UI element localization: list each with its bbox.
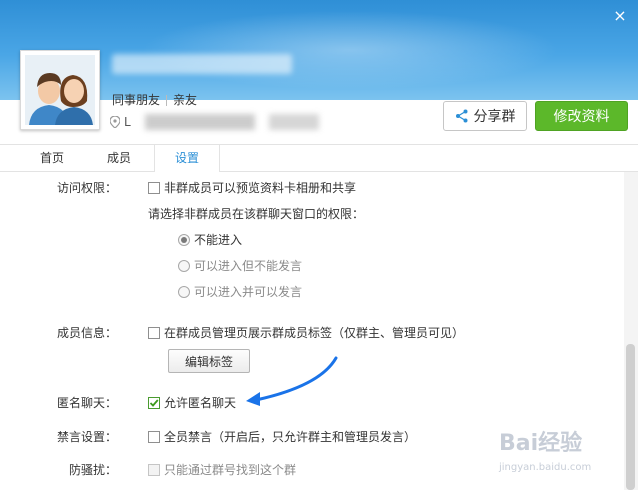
- tab-bar: 首页 成员 设置: [0, 144, 638, 173]
- radio-enter-no-speak[interactable]: 可以进入但不能发言: [178, 257, 302, 274]
- preview-checkbox[interactable]: [148, 181, 160, 194]
- radio-no-entry-control[interactable]: [178, 233, 190, 246]
- edit-profile-label: 修改资料: [553, 109, 610, 125]
- radio-enter-no-speak-control[interactable]: [178, 259, 190, 272]
- tab-home-label: 首页: [39, 151, 64, 165]
- group-name-blurred: [112, 54, 292, 74]
- tag-separator: [166, 95, 168, 106]
- access-permission-label: 访问权限：: [56, 181, 117, 195]
- edit-tags-label: 编辑标签: [184, 354, 233, 369]
- tab-home[interactable]: 首页: [20, 145, 84, 172]
- tag-coworker[interactable]: 同事朋友: [112, 93, 160, 107]
- anti-spam-option-row[interactable]: 只能通过群号找到这个群: [148, 461, 296, 478]
- radio-enter-no-speak-label: 可以进入但不能发言: [194, 259, 303, 273]
- anti-spam-option-text: 只能通过群号找到这个群: [164, 463, 297, 477]
- location-row: L: [110, 114, 319, 130]
- anonymous-chat-label: 匿名聊天：: [56, 396, 117, 410]
- tab-members-label: 成员: [106, 151, 131, 165]
- member-tag-option-text: 在群成员管理页展示群成员标签（仅群主、管理员可见）: [164, 326, 465, 340]
- radio-no-entry[interactable]: 不能进入: [178, 231, 242, 248]
- mute-option-text: 全员禁言（开启后，只允许群主和管理员发言）: [164, 430, 417, 444]
- mute-settings-label: 禁言设置：: [56, 430, 117, 444]
- baidu-paw-icon: Bai经验 jingyan.baidu.com: [498, 430, 591, 473]
- anti-spam-checkbox[interactable]: [148, 463, 160, 476]
- member-tag-option-row[interactable]: 在群成员管理页展示群成员标签（仅群主、管理员可见）: [148, 324, 464, 341]
- header-glow: [140, 10, 560, 90]
- tag-family[interactable]: 亲友: [173, 93, 197, 107]
- choose-permission-text: 请选择非群成员在该群聊天窗口的权限：: [148, 205, 364, 222]
- preview-option-text: 非群成员可以预览资料卡相册和共享: [164, 181, 357, 195]
- anti-spam-label: 防骚扰：: [68, 463, 117, 477]
- location-pin-icon: [110, 116, 120, 128]
- location-blurred: [144, 114, 255, 130]
- share-icon: [455, 109, 467, 123]
- tab-settings[interactable]: 设置: [154, 145, 220, 173]
- tab-members[interactable]: 成员: [86, 145, 152, 172]
- watermark-url: jingyan.baidu.com: [498, 462, 591, 473]
- avatar[interactable]: [20, 50, 100, 130]
- radio-no-entry-label: 不能进入: [194, 233, 243, 247]
- mute-all-checkbox[interactable]: [148, 430, 160, 443]
- relation-tags: 同事朋友 亲友: [112, 91, 197, 108]
- member-tag-checkbox[interactable]: [148, 326, 160, 339]
- choose-permission-label: 请选择非群成员在该群聊天窗口的权限：: [148, 207, 365, 221]
- tab-settings-label: 设置: [174, 151, 199, 165]
- scrollbar-thumb[interactable]: [626, 344, 635, 490]
- preview-option-row[interactable]: 非群成员可以预览资料卡相册和共享: [148, 179, 356, 196]
- location-blurred-2: [268, 114, 319, 130]
- anonymous-option-text: 允许匿名聊天: [164, 396, 237, 410]
- avatar-image: [25, 55, 95, 125]
- radio-enter-speak-control[interactable]: [178, 285, 190, 298]
- watermark-brand: Bai经验: [499, 430, 582, 456]
- checkmark-icon: [149, 398, 159, 407]
- location-prefix: L: [124, 115, 131, 129]
- annotation-arrow-icon: [246, 356, 338, 406]
- anonymous-option-row[interactable]: 允许匿名聊天: [148, 394, 236, 411]
- radio-enter-speak-label: 可以进入并可以发言: [194, 285, 303, 299]
- edit-tags-button[interactable]: 编辑标签: [168, 349, 250, 373]
- share-group-button[interactable]: 分享群: [443, 101, 527, 131]
- member-info-label: 成员信息：: [56, 326, 117, 340]
- close-icon[interactable]: ×: [612, 8, 628, 24]
- radio-enter-speak[interactable]: 可以进入并可以发言: [178, 283, 302, 300]
- mute-option-row[interactable]: 全员禁言（开启后，只允许群主和管理员发言）: [148, 428, 416, 445]
- share-group-label: 分享群: [473, 109, 516, 125]
- baidu-watermark: Bai经验 jingyan.baidu.com: [495, 420, 625, 480]
- edit-profile-button[interactable]: 修改资料: [535, 101, 628, 131]
- anonymous-checkbox[interactable]: [148, 396, 160, 409]
